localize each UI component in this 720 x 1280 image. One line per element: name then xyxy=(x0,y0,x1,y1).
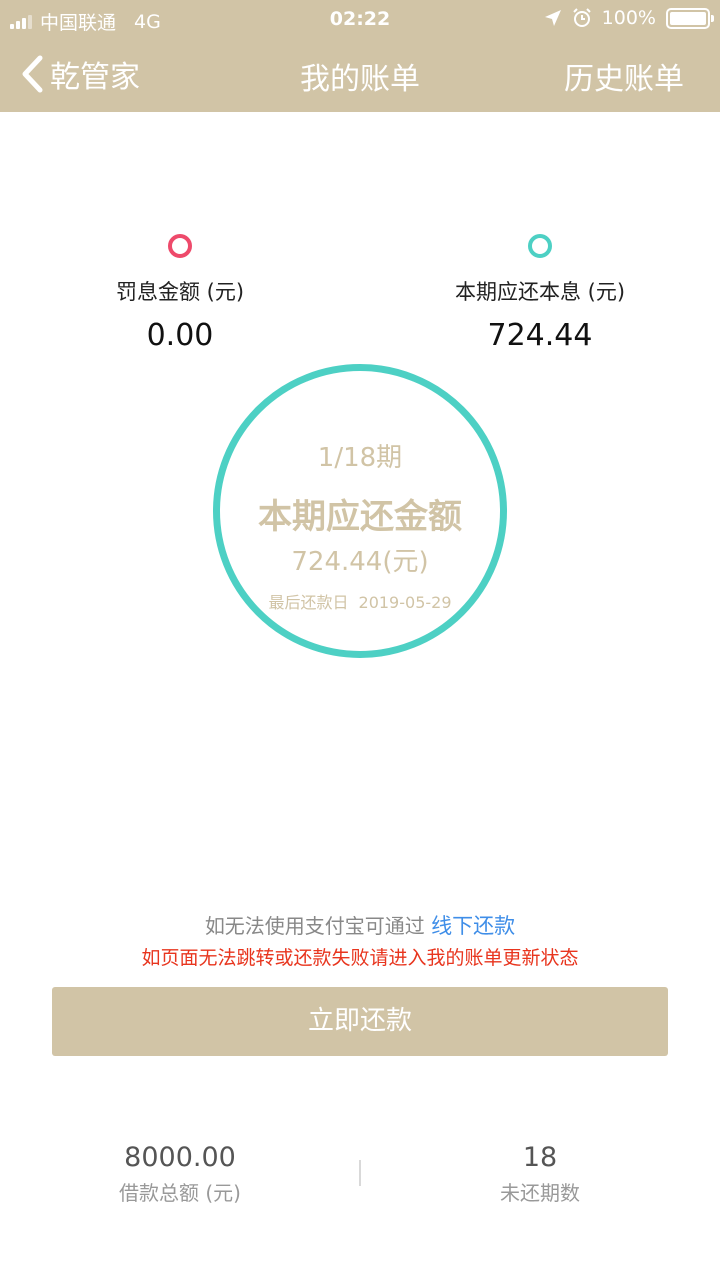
loan-total-label: 借款总额 (元) xyxy=(119,1181,241,1205)
status-bar: 中国联通 4G 02:22 100% xyxy=(0,0,720,38)
battery-percent: 100% xyxy=(601,7,656,29)
remaining-periods-stat: 18 未还期数 xyxy=(390,1142,690,1206)
battery-icon xyxy=(666,7,714,29)
nav-bar: 乾管家 我的账单 历史账单 xyxy=(0,38,720,112)
penalty-value: 0.00 xyxy=(146,318,214,353)
location-arrow-icon xyxy=(544,10,561,26)
due-date-row: 最后还款日 2019-05-29 xyxy=(220,589,500,613)
principal-interest-value: 724.44 xyxy=(487,318,593,353)
alarm-icon xyxy=(572,8,591,27)
loan-total-value: 8000.00 xyxy=(124,1142,236,1173)
status-right: 100% xyxy=(544,7,714,29)
remaining-periods-label: 未还期数 xyxy=(500,1181,580,1205)
principal-interest-stat: 本期应还本息 (元) 724.44 xyxy=(390,234,690,353)
offline-repay-note: 如无法使用支付宝可通过 线下还款 xyxy=(0,910,720,940)
penalty-label: 罚息金额 (元) xyxy=(115,280,245,304)
repay-now-button[interactable]: 立即还款 xyxy=(52,987,668,1056)
installment-period: 1/18期 xyxy=(317,443,403,473)
summary-divider xyxy=(359,1160,361,1186)
remaining-periods-value: 18 xyxy=(522,1142,558,1173)
amount-due-title: 本期应还金额 xyxy=(258,497,462,537)
loan-total-stat: 8000.00 借款总额 (元) xyxy=(30,1142,330,1206)
penalty-dot-icon xyxy=(168,234,192,258)
offline-repay-link[interactable]: 线下还款 xyxy=(431,914,515,938)
top-bar: 中国联通 4G 02:22 100% 乾管家 我的账单 历史账单 xyxy=(0,0,720,112)
warning-text: 如页面无法跳转或还款失败请进入我的账单更新状态 xyxy=(141,947,579,969)
amount-due-ring: 1/18期 本期应还金额 724.44(元) 最后还款日 2019-05-29 xyxy=(213,364,507,658)
principal-dot-icon xyxy=(528,234,552,258)
due-date-label: 最后还款日 xyxy=(268,593,349,612)
penalty-stat: 罚息金额 (元) 0.00 xyxy=(30,234,330,353)
amount-due-value: 724.44(元) xyxy=(291,547,429,577)
due-date-value: 2019-05-29 xyxy=(358,593,452,612)
principal-interest-label: 本期应还本息 (元) xyxy=(454,280,626,304)
history-bills-button[interactable]: 历史账单 xyxy=(564,54,684,98)
alipay-note-text: 如无法使用支付宝可通过 xyxy=(204,914,425,938)
